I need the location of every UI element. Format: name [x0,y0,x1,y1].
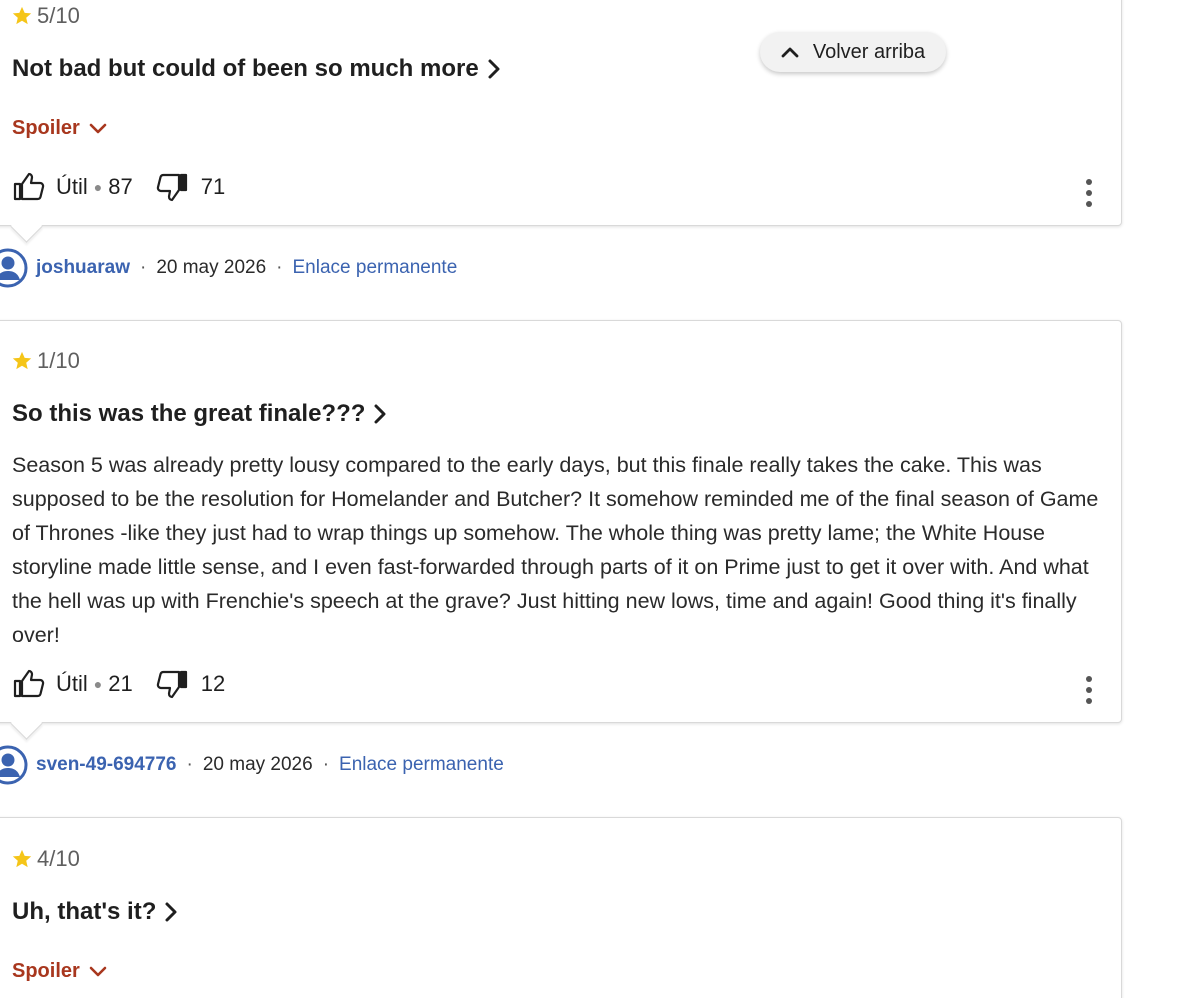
review-title: Uh, that's it? [12,898,157,925]
review-body: Season 5 was already pretty lousy compar… [12,453,1099,647]
chevron-right-icon [488,59,500,79]
chevron-up-icon [781,47,799,58]
review-title-link[interactable]: Not bad but could of been so much more [12,55,501,83]
helpful-count: 21 [108,671,133,696]
spoiler-toggle[interactable]: Spoiler [12,117,107,140]
thumbs-up-icon[interactable] [12,171,46,203]
star-icon [12,351,32,370]
separator-dot: · [186,754,193,775]
chevron-right-icon [165,902,177,922]
separator-dot: ● [93,179,103,195]
review-date: 20 may 2026 [156,257,267,278]
spoiler-label: Spoiler [12,117,80,139]
review-title: Not bad but could of been so much more [12,55,479,82]
author-name-link[interactable]: sven-49-694776 [36,754,177,776]
thumbs-up-icon[interactable] [12,668,46,700]
rating-value: 1/10 [37,348,80,373]
review-rating: 5/10 [11,3,80,29]
chevron-down-icon [89,966,107,976]
permalink-link[interactable]: Enlace permanente [339,754,504,776]
kebab-dot [1086,698,1092,704]
spoiler-label: Spoiler [12,960,80,982]
reviews-page: 5/10 Not bad but could of been so much m… [0,0,1200,998]
review-date: 20 may 2026 [202,754,313,775]
unhelpful-count: 12 [200,671,226,696]
kebab-dot [1086,190,1092,196]
review-card: 4/10 Uh, that's it? Spoiler [0,817,1122,998]
separator-dot: · [276,257,283,278]
review-card: 1/10 So this was the great finale??? Sea… [0,320,1122,740]
review-rating: 4/10 [11,846,80,872]
vote-row: Útil ● 21 12 [12,668,225,700]
review-title: So this was the great finale??? [12,400,366,427]
more-options-button[interactable] [1085,179,1093,207]
card-notch [10,707,43,740]
more-options-button[interactable] [1085,676,1093,704]
more-vertical-icon [1086,179,1092,185]
avatar-icon [0,745,28,785]
chevron-down-icon [89,123,107,133]
separator-dot: · [139,257,147,278]
kebab-dot [1086,687,1092,693]
spoiler-toggle[interactable]: Spoiler [12,960,107,983]
separator-dot: ● [93,676,103,692]
review-rating: 1/10 [11,348,80,374]
helpful-count: 87 [108,174,133,199]
more-vertical-icon [1086,676,1092,682]
helpful-label: Útil [56,671,88,696]
permalink-link[interactable]: Enlace permanente [293,257,458,279]
card-notch [10,210,43,243]
back-to-top-label: Volver arriba [812,40,926,63]
unhelpful-count: 71 [200,174,226,199]
rating-value: 4/10 [37,846,80,871]
review-card: 5/10 Not bad but could of been so much m… [0,0,1122,243]
star-icon [12,6,32,25]
review-author-row: sven-49-694776 · 20 may 2026 · Enlace pe… [0,745,504,785]
chevron-right-icon [374,404,386,424]
thumbs-down-icon[interactable] [155,668,189,700]
review-author-row: joshuaraw · 20 may 2026 · Enlace permane… [0,248,457,288]
rating-value: 5/10 [37,3,80,28]
review-title-link[interactable]: So this was the great finale??? [12,400,387,428]
author-name-link[interactable]: joshuaraw [36,257,130,279]
vote-row: Útil ● 87 71 [12,171,225,203]
separator-dot: · [322,754,330,775]
back-to-top-button[interactable]: Volver arriba [760,32,946,72]
helpful-label: Útil [56,174,88,199]
kebab-dot [1086,201,1092,207]
thumbs-down-icon[interactable] [155,171,189,203]
review-title-link[interactable]: Uh, that's it? [12,898,178,926]
star-icon [12,849,32,868]
avatar-icon [0,248,28,288]
